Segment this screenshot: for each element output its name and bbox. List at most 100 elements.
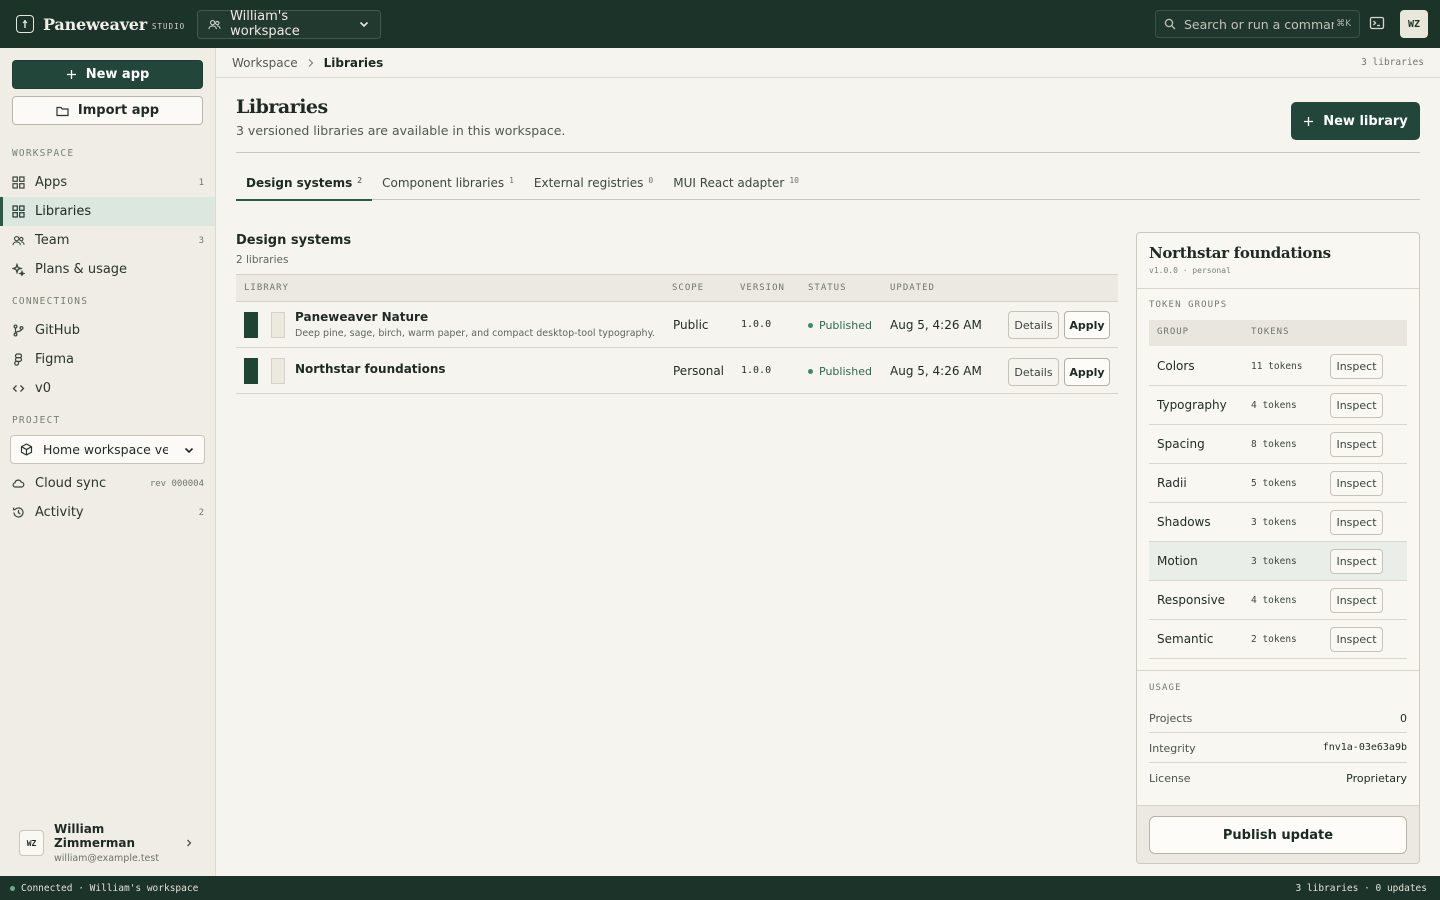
grid-icon <box>12 176 35 189</box>
new-library-button[interactable]: New library <box>1291 102 1420 140</box>
library-updated: Aug 5, 4:26 AM <box>890 364 982 378</box>
plus-icon <box>1303 116 1323 127</box>
tab-count: 0 <box>648 175 654 185</box>
chevron-down-icon <box>183 444 195 456</box>
connection-status-dot <box>10 885 15 891</box>
breadcrumb-workspace[interactable]: Workspace <box>232 56 298 70</box>
sidebar-item-team[interactable]: Team 3 <box>0 226 215 255</box>
inspect-button[interactable]: Inspect <box>1330 549 1383 574</box>
color-swatch <box>271 358 285 384</box>
status-bar: Connected · William's workspace 3 librar… <box>0 876 1440 900</box>
tab-count: 1 <box>509 175 514 185</box>
tab-external-registries[interactable]: External registries 0 <box>524 166 663 200</box>
table-row[interactable]: Paneweaver Nature Deep pine, sage, birch… <box>236 302 1118 348</box>
connection-status: Connected · William's workspace <box>21 882 199 894</box>
sidebar-item-v0[interactable]: v0 <box>0 374 215 403</box>
tab-bar: Design systems 2 Component libraries 1 E… <box>236 166 1420 201</box>
workspace-switcher[interactable]: William's workspace <box>197 9 382 39</box>
sidebar: New app Import app WORKSPACE Apps 1 Libr… <box>0 48 216 876</box>
token-group-row[interactable]: Colors 11 tokens Inspect <box>1149 347 1407 386</box>
column-header-updated: UPDATED <box>890 283 935 293</box>
users-icon <box>12 234 35 247</box>
user-card[interactable]: WZ William Zimmerman william@example.tes… <box>12 822 204 864</box>
project-select[interactable]: Home workspace version <box>10 435 205 464</box>
details-button[interactable]: Details <box>1008 358 1059 386</box>
sidebar-item-plans[interactable]: Plans & usage <box>0 255 215 284</box>
group-name: Semantic <box>1157 632 1214 646</box>
new-app-button[interactable]: New app <box>12 60 203 89</box>
column-header-version: VERSION <box>740 283 785 293</box>
group-name: Typography <box>1157 398 1227 412</box>
token-table-header: GROUP TOKENS <box>1149 320 1407 346</box>
library-count: 3 libraries <box>1361 57 1424 68</box>
token-group-row[interactable]: Spacing 8 tokens Inspect <box>1149 425 1407 464</box>
count-badge: 2 <box>198 507 204 518</box>
brand-name: Paneweaver <box>43 14 148 34</box>
tab-component-libraries[interactable]: Component libraries 1 <box>372 166 524 200</box>
token-group-row[interactable]: Motion 3 tokens Inspect <box>1149 542 1407 581</box>
usage-value: Proprietary <box>1346 772 1407 785</box>
sidebar-item-activity[interactable]: Activity 2 <box>0 498 215 527</box>
search-input[interactable] <box>1184 16 1334 32</box>
sidebar-item-github[interactable]: GitHub <box>0 316 215 345</box>
token-count: 4 tokens <box>1251 595 1297 606</box>
usage-value: 0 <box>1400 712 1407 725</box>
usage-row: License Proprietary <box>1149 763 1407 793</box>
import-app-button[interactable]: Import app <box>12 96 203 125</box>
apply-button[interactable]: Apply <box>1064 358 1110 386</box>
tab-label: MUI React adapter <box>673 176 785 190</box>
group-name: Responsive <box>1157 593 1226 607</box>
tab-label: External registries <box>533 176 644 190</box>
token-group-row[interactable]: Typography 4 tokens Inspect <box>1149 386 1407 425</box>
workspace-section-label: WORKSPACE <box>12 148 75 159</box>
group-name: Radii <box>1157 476 1187 490</box>
inspect-button[interactable]: Inspect <box>1330 393 1383 418</box>
command-search[interactable]: ⌘K <box>1155 10 1360 38</box>
sidebar-item-libraries[interactable]: Libraries <box>0 197 215 226</box>
usage-row: Projects 0 <box>1149 703 1407 733</box>
workspace-name: William's workspace <box>230 9 300 39</box>
inspect-button[interactable]: Inspect <box>1330 471 1383 496</box>
avatar[interactable]: WZ <box>1400 10 1428 38</box>
status-badge: Published <box>808 365 872 378</box>
apply-button[interactable]: Apply <box>1064 311 1110 339</box>
sidebar-item-label: v0 <box>35 381 51 396</box>
sidebar-item-apps[interactable]: Apps 1 <box>0 168 215 197</box>
inspect-button[interactable]: Inspect <box>1330 354 1383 379</box>
table-row[interactable]: Northstar foundations Personal 1.0.0 Pub… <box>236 348 1118 394</box>
column-header-tokens: TOKENS <box>1251 327 1290 337</box>
library-detail-panel: Northstar foundations v1.0.0 · personal … <box>1136 232 1420 864</box>
tab-mui-react-adapter[interactable]: MUI React adapter 10 <box>663 166 809 200</box>
token-group-row[interactable]: Semantic 2 tokens Inspect <box>1149 620 1407 659</box>
usage-key: Integrity <box>1149 742 1196 755</box>
chevron-right-icon <box>307 58 315 68</box>
import-app-label: Import app <box>77 103 160 118</box>
inspect-button[interactable]: Inspect <box>1330 588 1383 613</box>
users-icon <box>208 18 221 31</box>
details-button[interactable]: Details <box>1008 311 1059 339</box>
tab-label: Design systems <box>246 176 353 190</box>
library-updated: Aug 5, 4:26 AM <box>890 318 982 332</box>
usage-label: USAGE <box>1149 683 1182 693</box>
inspect-button[interactable]: Inspect <box>1330 432 1383 457</box>
sidebar-item-cloud-sync[interactable]: Cloud sync rev 000004 <box>0 469 215 498</box>
tab-design-systems[interactable]: Design systems 2 <box>236 166 373 201</box>
section-subtitle: 2 libraries <box>236 254 289 266</box>
column-header-scope: SCOPE <box>672 283 705 293</box>
library-name: Northstar foundations <box>295 362 446 376</box>
library-scope: Personal <box>673 364 725 378</box>
brand[interactable]: Paneweaver STUDIO <box>16 0 185 48</box>
column-header-status: STATUS <box>808 283 847 293</box>
color-swatch <box>244 358 258 384</box>
terminal-icon[interactable] <box>1369 15 1387 33</box>
token-group-row[interactable]: Shadows 3 tokens Inspect <box>1149 503 1407 542</box>
inspect-button[interactable]: Inspect <box>1330 510 1383 535</box>
token-count: 8 tokens <box>1251 439 1297 450</box>
token-group-row[interactable]: Responsive 4 tokens Inspect <box>1149 581 1407 620</box>
page-title: Libraries <box>236 96 328 118</box>
token-group-row[interactable]: Radii 5 tokens Inspect <box>1149 464 1407 503</box>
publish-update-button[interactable]: Publish update <box>1149 816 1407 854</box>
sidebar-item-figma[interactable]: Figma <box>0 345 215 374</box>
inspect-button[interactable]: Inspect <box>1330 627 1383 652</box>
brand-suffix: STUDIO <box>152 21 186 31</box>
